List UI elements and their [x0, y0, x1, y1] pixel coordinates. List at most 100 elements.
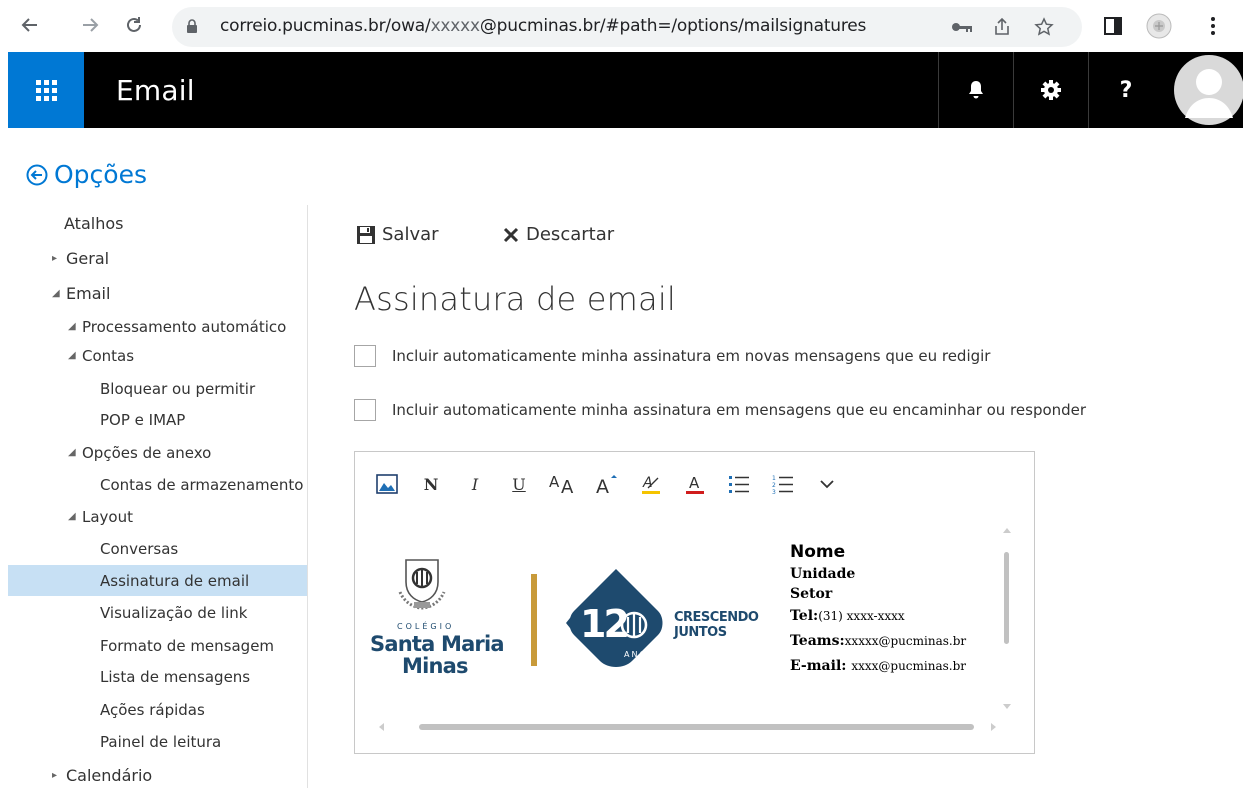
nav-item-pop-imap[interactable]: POP e IMAP: [8, 404, 307, 435]
nav-item-conversas[interactable]: Conversas: [8, 533, 307, 564]
waffle-icon: [35, 79, 57, 101]
nav-label: Painel de leitura: [100, 732, 222, 751]
teams-value: xxxxx@pucminas.br: [844, 634, 967, 648]
font-size-button[interactable]: AA: [545, 468, 581, 500]
horizontal-scroll-thumb: [419, 724, 974, 730]
nav-label: Calendário: [66, 766, 153, 785]
nav-item-calendario[interactable]: ▸ Calendário: [8, 760, 307, 791]
forward-icon[interactable]: [74, 9, 106, 41]
reload-icon[interactable]: [118, 9, 150, 41]
checkbox-label: Incluir automaticamente minha assinatura…: [392, 401, 1087, 419]
grow-font-button[interactable]: A: [589, 468, 625, 500]
app-header: Email ?: [8, 52, 1243, 128]
nav-label: Lista de mensagens: [100, 667, 251, 686]
nav-item-acoes-rapidas[interactable]: Ações rápidas: [8, 694, 307, 725]
scroll-down-icon: [1003, 704, 1011, 709]
nav-item-email[interactable]: ◢ Email: [8, 278, 307, 309]
nav-label: Formato de mensagem: [100, 636, 275, 655]
signature-unit: Unidade: [790, 566, 856, 582]
nav-item-layout[interactable]: ◢ Layout: [8, 501, 307, 532]
nav-label: Layout: [82, 507, 133, 526]
svg-text:A: A: [689, 474, 700, 492]
nav-item-atalhos[interactable]: Atalhos: [8, 208, 307, 239]
profile-avatar-icon[interactable]: [1144, 11, 1174, 41]
numbering-button[interactable]: 123: [765, 468, 801, 500]
nav-item-visualizacao-de-link[interactable]: Visualização de link: [8, 597, 307, 628]
key-icon[interactable]: [950, 15, 974, 39]
nav-label: Atalhos: [64, 214, 124, 233]
share-icon[interactable]: [990, 15, 1014, 39]
checkbox-label: Incluir automaticamente minha assinatura…: [392, 347, 991, 365]
page-title: Assinatura de email: [354, 280, 677, 318]
slogan-line1: CRESCENDO: [674, 610, 759, 625]
scroll-up-icon: [1003, 528, 1011, 533]
nav-label: Conversas: [100, 539, 179, 558]
settings-button[interactable]: [1013, 52, 1088, 128]
svg-text:3: 3: [772, 489, 776, 494]
scroll-right-icon: [991, 723, 996, 731]
svg-text:A: A: [561, 477, 574, 495]
chevron-down-icon: [820, 480, 834, 489]
nav-item-assinatura-de-email[interactable]: Assinatura de email: [8, 565, 307, 596]
bold-icon: N: [423, 474, 439, 494]
lock-icon: [187, 19, 197, 33]
caret-down-icon: ◢: [68, 321, 76, 332]
user-avatar[interactable]: [1173, 52, 1243, 128]
include-signature-reply-checkbox[interactable]: [354, 399, 376, 421]
nav-item-painel-de-leitura[interactable]: Painel de leitura: [8, 726, 307, 757]
format-toolbar: N I U AA A A A 123: [369, 468, 853, 500]
signature-sector: Setor: [790, 586, 833, 602]
save-button[interactable]: Salvar: [356, 224, 439, 245]
nav-label: POP e IMAP: [100, 410, 186, 429]
discard-button[interactable]: Descartar: [502, 224, 614, 245]
help-button[interactable]: ?: [1088, 52, 1163, 128]
nav-label: Contas de armazenamento: [100, 475, 304, 494]
side-panel-icon[interactable]: [1098, 11, 1128, 41]
app-title: Email: [116, 74, 195, 107]
caret-down-icon: ◢: [52, 288, 60, 299]
italic-button[interactable]: I: [457, 468, 493, 500]
picture-icon: [376, 474, 398, 494]
address-bar[interactable]: correio.pucminas.br/owa/xxxxx@pucminas.b…: [172, 7, 1082, 47]
kebab-menu-icon[interactable]: [1198, 11, 1228, 41]
bullets-button[interactable]: [721, 468, 757, 500]
college-small-text: COLÉGIO: [397, 622, 455, 631]
signature-name: Nome: [790, 542, 846, 562]
back-icon[interactable]: [14, 9, 46, 41]
email-label: E-mail:: [790, 658, 852, 674]
font-size-icon: AA: [549, 473, 574, 495]
nav-item-processamento-automatico[interactable]: ◢ Processamento automático: [8, 311, 307, 342]
nav-item-formato-de-mensagem[interactable]: Formato de mensagem: [8, 630, 307, 661]
save-label: Salvar: [382, 224, 439, 245]
nav-item-bloquear-ou-permitir[interactable]: Bloquear ou permitir: [8, 373, 307, 404]
font-color-button[interactable]: A: [677, 468, 713, 500]
bullet-list-icon: [729, 476, 749, 493]
nav-item-geral[interactable]: ▸ Geral: [8, 243, 307, 274]
question-mark-icon: ?: [1119, 77, 1133, 103]
bookmark-star-icon[interactable]: [1032, 15, 1056, 39]
checkbox-row-reply: Incluir automaticamente minha assinatura…: [354, 399, 1086, 421]
include-signature-new-checkbox[interactable]: [354, 345, 376, 367]
nav-item-contas-de-armazenamento[interactable]: Contas de armazenamento: [8, 469, 307, 500]
horizontal-scrollbar[interactable]: [375, 720, 1000, 734]
options-back-link[interactable]: Opções: [26, 160, 147, 189]
underline-button[interactable]: U: [501, 468, 537, 500]
svg-text:1: 1: [772, 475, 776, 482]
vertical-scroll-thumb: [1004, 552, 1009, 644]
highlight-button[interactable]: A: [633, 468, 669, 500]
vertical-scrollbar[interactable]: [1000, 524, 1014, 714]
signature-email: E-mail: xxxx@pucminas.br: [790, 658, 966, 674]
nav-item-contas[interactable]: ◢ Contas: [8, 340, 307, 371]
signature-content[interactable]: COLÉGIO Santa Maria Minas 12 ANOS CRESCE…: [356, 522, 1006, 722]
nav-item-lista-de-mensagens[interactable]: Lista de mensagens: [8, 661, 307, 692]
browser-toolbar: correio.pucminas.br/owa/xxxxx@pucminas.b…: [0, 0, 1243, 52]
more-options-button[interactable]: [809, 468, 845, 500]
nav-label: Email: [66, 284, 111, 303]
insert-picture-button[interactable]: [369, 468, 405, 500]
signature-editor: N I U AA A A A 123 COLÉGIO Santa Maria M…: [354, 451, 1035, 754]
app-launcher-button[interactable]: [8, 52, 84, 128]
signature-teams: Teams:xxxxx@pucminas.br: [790, 633, 966, 649]
bold-button[interactable]: N: [413, 468, 449, 500]
notifications-button[interactable]: [938, 52, 1013, 128]
nav-item-opcoes-de-anexo[interactable]: ◢ Opções de anexo: [8, 437, 307, 468]
